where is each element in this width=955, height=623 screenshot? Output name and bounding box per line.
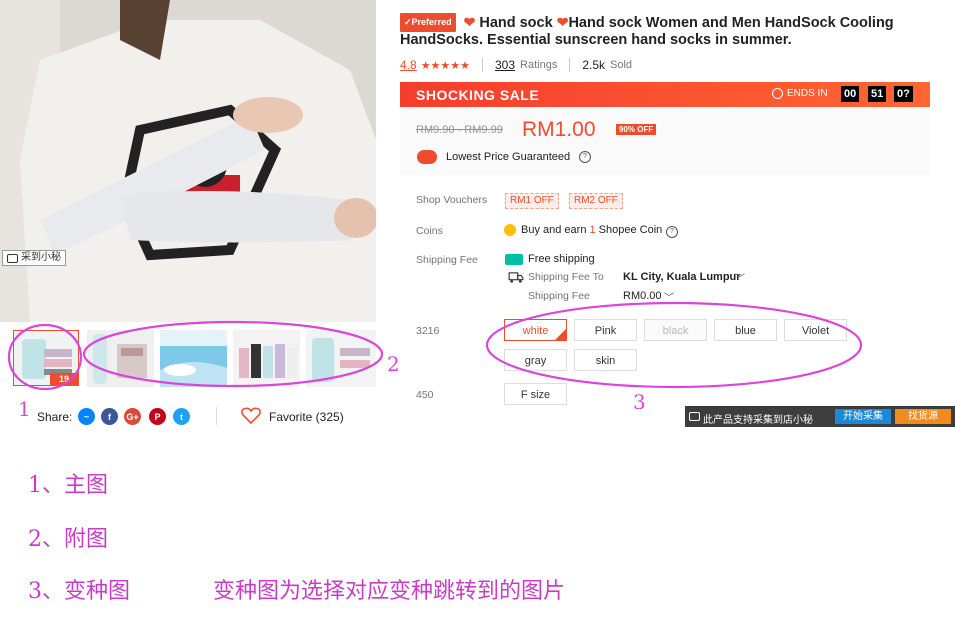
plugin-text: 此产品支持采集到店小秘 xyxy=(703,415,813,426)
title-part-2: Hand sock Women and Men HandSock Cooling… xyxy=(400,15,894,48)
tv-icon xyxy=(689,412,700,421)
free-shipping-text: Free shipping xyxy=(528,253,595,265)
note-1: 1、主图 xyxy=(28,473,108,498)
product-title: ✓Preferred ❤ Hand sock ❤Hand sock Women a… xyxy=(400,13,940,49)
vouchers-label: Shop Vouchers xyxy=(416,194,488,206)
ends-label: ENDS IN xyxy=(787,88,828,99)
voucher-rm1[interactable]: RM1 OFF xyxy=(505,193,559,209)
capture-tag[interactable]: 采到小秘 xyxy=(2,250,66,266)
clock-icon xyxy=(772,88,783,99)
annotation-number-1: 1 xyxy=(18,397,31,421)
sale-title: SHOCKING SALE xyxy=(416,87,540,103)
rating-value[interactable]: 4.8 xyxy=(400,58,417,72)
shipping-to-label: Shipping Fee To xyxy=(528,271,604,283)
ratings-count[interactable]: 303 xyxy=(495,58,515,72)
note-2: 2、附图 xyxy=(28,527,108,552)
annotation-oval-variations xyxy=(485,301,863,389)
product-photo xyxy=(0,0,376,322)
ratings-label: Ratings xyxy=(520,59,558,71)
annotation-number-2: 2 xyxy=(387,352,400,376)
shipping-to-value[interactable]: KL City, Kuala Lumpur xyxy=(623,271,741,283)
chevron-down-icon[interactable]: ﹀ xyxy=(735,270,745,285)
plugin-toolbar: 此产品支持采集到店小秘 开始采集 找货源 xyxy=(685,406,955,427)
help-icon[interactable]: ? xyxy=(666,226,678,238)
price-box: RM9.90 - RM9.99 RM1.00 90% OFF Lowest Pr… xyxy=(400,107,930,175)
main-product-image[interactable] xyxy=(0,0,376,322)
divider xyxy=(482,58,483,72)
original-price: RM9.90 - RM9.99 xyxy=(416,124,503,136)
title-part-1: Hand sock xyxy=(479,15,553,31)
start-collect-button[interactable]: 开始采集 xyxy=(835,409,891,424)
truck-icon xyxy=(508,272,524,283)
discount-badge: 90% OFF xyxy=(616,124,657,135)
countdown-minutes: 51 xyxy=(868,86,887,102)
shipping-label: Shipping Fee xyxy=(416,254,478,266)
sold-label: Sold xyxy=(610,59,633,71)
coins-label: Coins xyxy=(416,225,443,237)
countdown-hours: 00 xyxy=(841,86,860,102)
heart-emoji-icon: ❤ xyxy=(463,14,476,30)
note-3-description: 变种图为选择对应变种跳转到的图片 xyxy=(213,579,566,604)
help-icon[interactable]: ? xyxy=(579,151,591,163)
note-3: 3、变种图 xyxy=(28,579,130,604)
current-price: RM1.00 xyxy=(522,118,596,141)
coin-icon xyxy=(504,224,516,236)
annotation-number-3: 3 xyxy=(633,390,646,414)
annotation-ovals-left xyxy=(7,320,384,391)
find-source-button[interactable]: 找货源 xyxy=(895,409,951,424)
rating-row: 4.8 ★★★★★ 303 Ratings 2.5k Sold xyxy=(400,58,632,72)
preferred-badge: ✓Preferred xyxy=(400,13,456,32)
free-shipping-icon xyxy=(505,254,523,265)
voucher-rm2[interactable]: RM2 OFF xyxy=(569,193,623,209)
capture-tag-label: 采到小秘 xyxy=(21,252,61,263)
countdown-seconds: 0? xyxy=(894,86,913,102)
variation-label-3216: 3216 xyxy=(416,325,440,337)
tv-icon xyxy=(7,253,18,263)
sold-count: 2.5k xyxy=(582,58,606,72)
flash-sale-bar: SHOCKING SALE ENDS IN 00 51 0? xyxy=(400,82,930,107)
lowest-price-label: Lowest Price Guaranteed xyxy=(446,151,571,163)
star-rating-icon: ★★★★★ xyxy=(420,59,470,72)
variation-label-450: 450 xyxy=(416,389,434,401)
divider xyxy=(569,58,571,72)
ends-in: ENDS IN xyxy=(772,88,828,99)
lowest-price-icon xyxy=(417,150,437,164)
heart-emoji-icon: ❤ xyxy=(556,14,569,30)
coins-text: Buy and earn 1 Shopee Coin xyxy=(521,224,663,236)
